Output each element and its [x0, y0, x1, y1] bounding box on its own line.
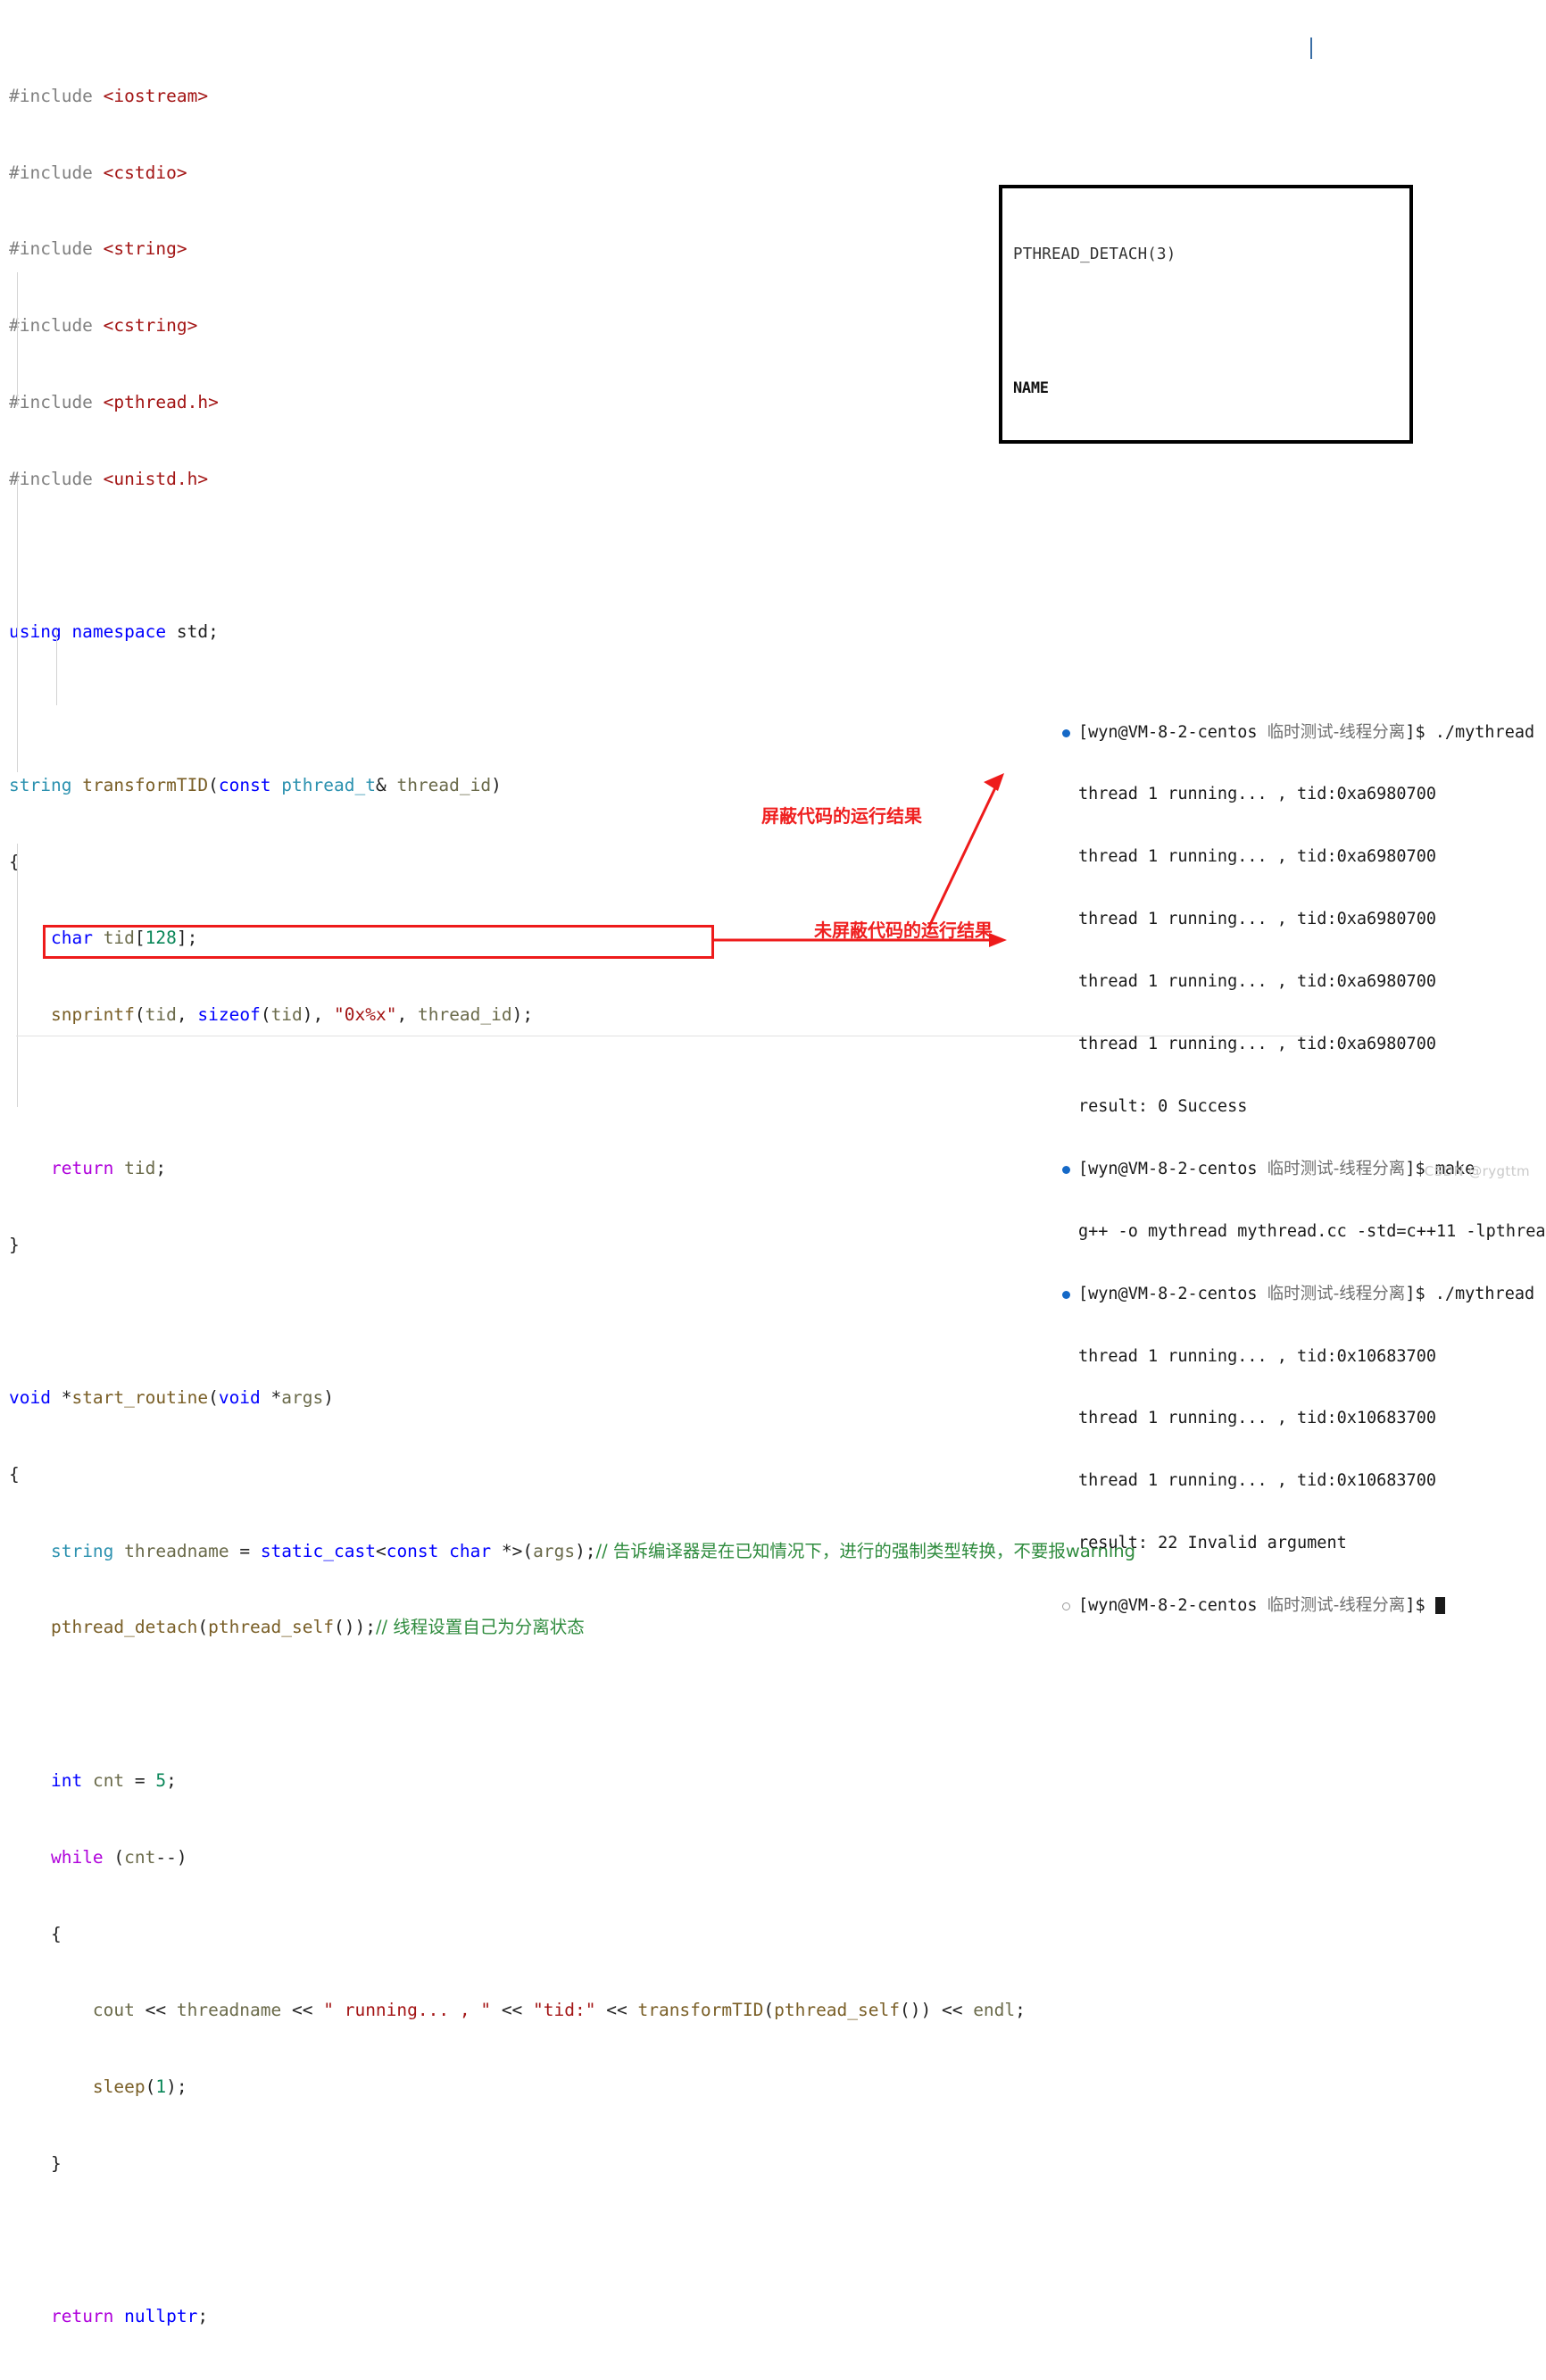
- function-token: pthread_detach: [50, 1617, 198, 1638]
- preprocessor-token: #include: [9, 85, 104, 106]
- code-line: int cnt = 5;: [50, 1769, 177, 1791]
- manpage-section-name: NAME: [1013, 379, 1049, 397]
- terminal-cursor: [1434, 1597, 1445, 1615]
- string-token: "0x%x": [334, 1004, 397, 1026]
- terminal-output-row: result: 0 Success: [1078, 1096, 1248, 1116]
- code-line: #include <unistd.h>: [0, 467, 1546, 493]
- header-token: <cstdio>: [103, 162, 187, 183]
- header-token: <pthread.h>: [103, 391, 219, 412]
- manpage-title: PTHREAD_DETACH(3): [1013, 245, 1176, 263]
- terminal-output-row: thread 1 running... , tid:0xa6980700: [1078, 1035, 1436, 1054]
- terminal-output-row: thread 1 running... , tid:0x10683700: [1078, 1409, 1436, 1428]
- number-token: 5: [155, 1769, 167, 1791]
- keyword-token: const: [218, 774, 271, 795]
- code-line: {: [9, 1923, 62, 1944]
- terminal-command: ./mythread: [1434, 722, 1535, 742]
- manpage-popup: PTHREAD_DETACH(3) NAME pthread_detach - …: [999, 185, 1413, 444]
- type-token: string: [50, 1540, 114, 1561]
- terminal-output-row: thread 1 running... , tid:0xa6980700: [1078, 847, 1436, 867]
- keyword-token: using namespace: [9, 621, 167, 643]
- watermark: CSDN @rygttm: [1424, 1163, 1530, 1179]
- terminal-output-row: thread 1 running... , tid:0xa6980700: [1078, 910, 1436, 929]
- keyword-token: while: [50, 1846, 104, 1868]
- keyword-token: sizeof: [197, 1004, 261, 1026]
- annotation-blocked-label: 屏蔽代码的运行结果: [761, 805, 922, 827]
- header-token: <unistd.h>: [103, 468, 209, 489]
- prompt-tail: ]$: [1405, 1596, 1435, 1616]
- code-line: #include <cstdio>: [0, 161, 1546, 187]
- type-token: pthread_t: [281, 774, 376, 795]
- prompt-user: [wyn@VM-8-2-centos: [1078, 1284, 1268, 1303]
- keyword-token: void: [9, 1387, 51, 1409]
- indent-guide: [17, 844, 18, 1107]
- preprocessor-token: #include: [9, 315, 104, 337]
- keyword-token: nullptr: [124, 2306, 198, 2327]
- terminal-output-row: thread 1 running... , tid:0xa6980700: [1078, 785, 1436, 804]
- type-token: string: [9, 774, 72, 795]
- code-line: cout << threadname << " running... , " <…: [92, 2000, 1026, 2021]
- function-token: start_routine: [71, 1387, 209, 1409]
- header-token: <cstring>: [103, 315, 198, 337]
- terminal-output-row: result: 22 Invalid argument: [1078, 1534, 1347, 1553]
- preprocessor-token: #include: [9, 162, 104, 183]
- terminal-output-row: thread 1 running... , tid:0x10683700: [1078, 1471, 1436, 1491]
- prompt-dir: 临时测试-线程分离: [1267, 722, 1406, 742]
- code-line: sleep(1);: [92, 2076, 187, 2098]
- terminal-output[interactable]: [wyn@VM-8-2-centos 临时测试-线程分离]$ ./mythrea…: [1062, 680, 1546, 1637]
- preprocessor-token: #include: [9, 391, 104, 412]
- code-line: while (cnt--): [50, 1846, 187, 1868]
- identifier-token: cout: [92, 2000, 135, 2021]
- indent-guide: [17, 272, 18, 406]
- prompt-tail: ]$: [1405, 722, 1435, 742]
- code-line: using namespace std;: [9, 621, 219, 643]
- header-token: <string>: [103, 238, 187, 260]
- prompt-dir: 临时测试-线程分离: [1267, 1596, 1406, 1616]
- keyword-token: return: [50, 1157, 114, 1178]
- preprocessor-token: #include: [9, 238, 104, 260]
- code-line: #include <iostream>: [0, 84, 1546, 110]
- terminal-prompt-row: [wyn@VM-8-2-centos 临时测试-线程分离]$ ./mythrea…: [1062, 722, 1546, 743]
- function-token: transformTID: [82, 774, 209, 795]
- keyword-token: static_cast: [260, 1540, 376, 1561]
- string-token: " running... , ": [323, 2000, 492, 2021]
- prompt-tail: ]$: [1405, 1284, 1435, 1303]
- prompt-user: [wyn@VM-8-2-centos: [1078, 722, 1268, 742]
- code-line: return nullptr;: [50, 2306, 209, 2327]
- text-caret: [1310, 37, 1312, 59]
- prompt-user: [wyn@VM-8-2-centos: [1078, 1596, 1268, 1616]
- function-token: sleep: [92, 2076, 145, 2098]
- function-token: snprintf: [50, 1004, 135, 1026]
- string-token: "tid:": [533, 2000, 596, 2021]
- terminal-output-row: thread 1 running... , tid:0x10683700: [1078, 1346, 1436, 1366]
- indent-guide: [17, 478, 18, 772]
- manpage-spacer: [1013, 311, 1409, 333]
- terminal-command: ./mythread: [1434, 1284, 1535, 1303]
- keyword-token: return: [50, 2306, 114, 2327]
- terminal-output-row: g++ -o mythread mythread.cc -std=c++11 -…: [1078, 1221, 1546, 1241]
- sleep-highlight-box: [43, 925, 714, 959]
- prompt-user: [wyn@VM-8-2-centos: [1078, 1159, 1268, 1178]
- identifier-token: thread_id: [396, 774, 492, 795]
- indent-guide: [56, 629, 57, 705]
- prompt-dir: 临时测试-线程分离: [1267, 1284, 1406, 1303]
- code-line: }: [9, 2152, 62, 2174]
- annotation-unblocked-label: 未屏蔽代码的运行结果: [814, 920, 993, 941]
- preprocessor-token: #include: [9, 468, 104, 489]
- terminal-output-row: thread 1 running... , tid:0xa6980700: [1078, 972, 1436, 992]
- keyword-token: int: [50, 1769, 83, 1791]
- terminal-prompt-row: [wyn@VM-8-2-centos 临时测试-线程分离]$ ./mythrea…: [1062, 1284, 1546, 1304]
- inline-comment: // 告诉编译器是在已知情况下，进行的强制类型转换，不要报warning: [595, 1540, 1135, 1561]
- inline-comment: // 线程设置自己为分离状态: [375, 1617, 585, 1638]
- terminal-prompt-row: [wyn@VM-8-2-centos 临时测试-线程分离]$: [1062, 1595, 1546, 1616]
- prompt-dir: 临时测试-线程分离: [1267, 1159, 1406, 1178]
- header-token: <iostream>: [103, 85, 209, 106]
